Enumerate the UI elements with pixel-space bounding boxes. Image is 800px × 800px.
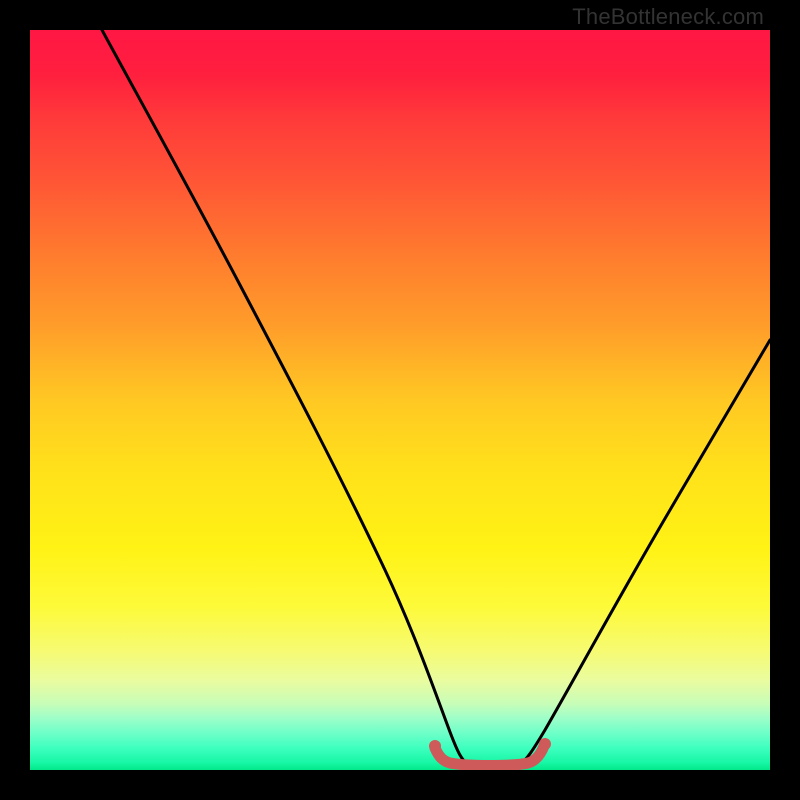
chart-svg bbox=[30, 30, 770, 770]
bottleneck-curve bbox=[102, 30, 770, 765]
chart-plot-area bbox=[30, 30, 770, 770]
optimal-zone-end-dot bbox=[539, 738, 551, 750]
optimal-zone-start-dot bbox=[429, 740, 441, 752]
watermark-text: TheBottleneck.com bbox=[572, 4, 764, 30]
